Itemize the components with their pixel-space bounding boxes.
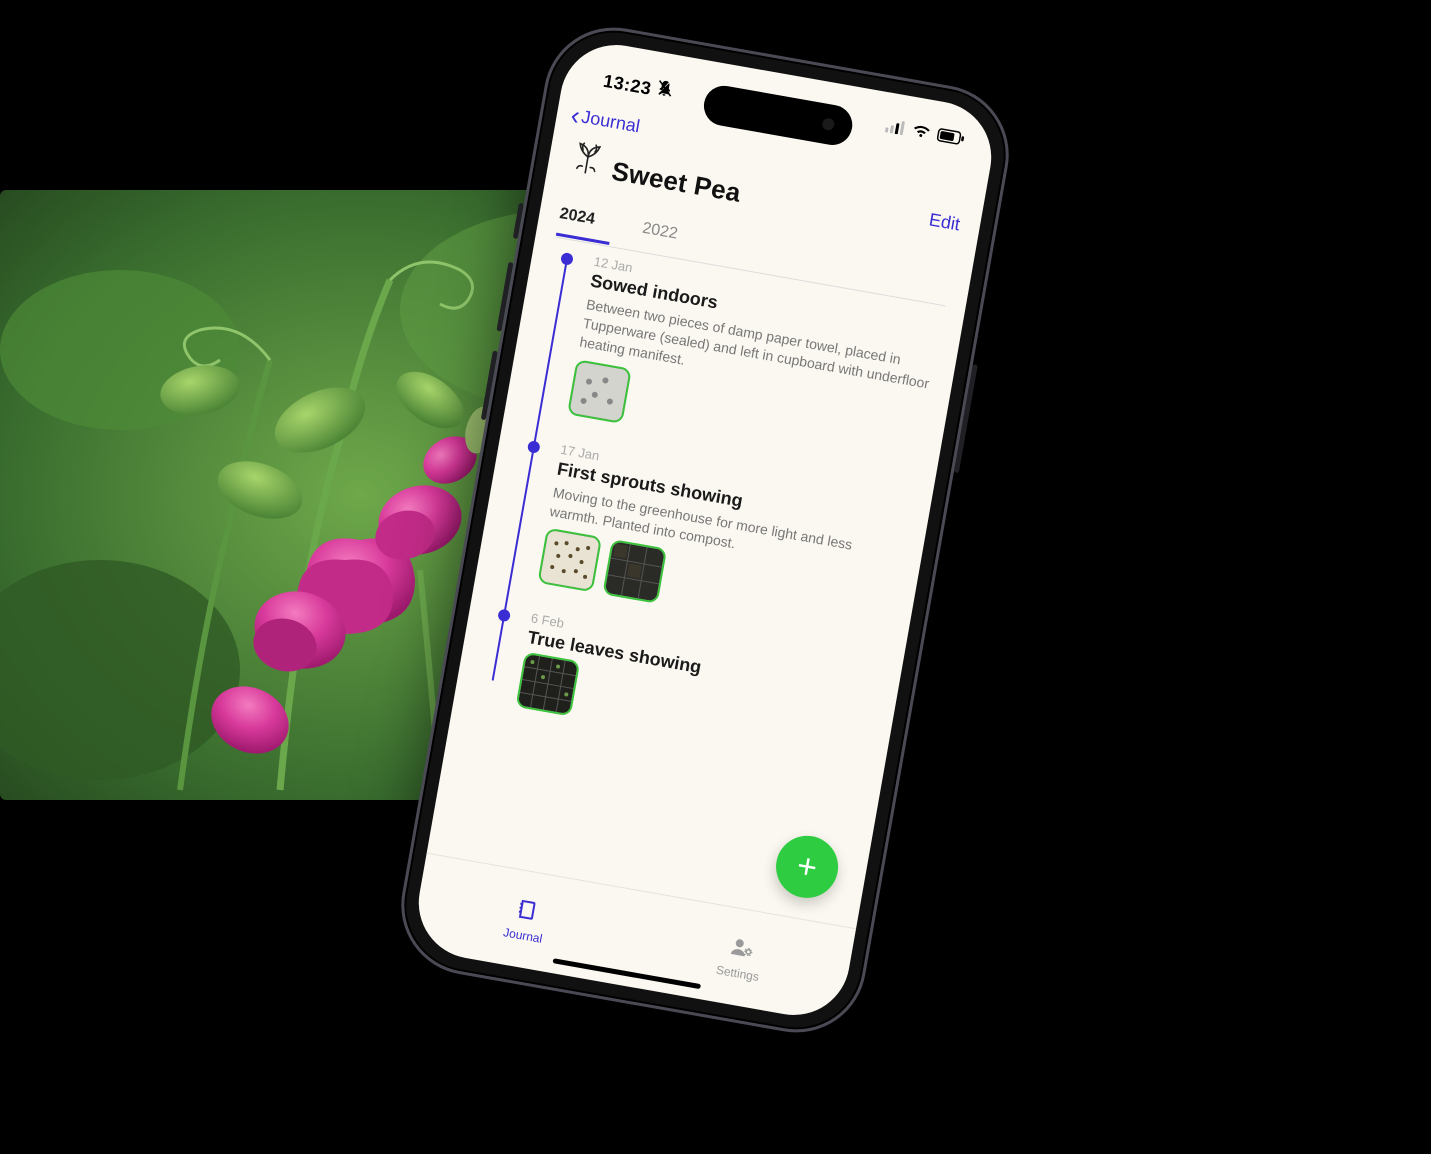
timeline-dot [527,440,541,454]
timeline-dot [560,252,574,266]
tabbar-settings[interactable]: Settings [625,891,856,1023]
tab-2022[interactable]: 2022 [639,212,698,257]
tabbar-journal[interactable]: Journal [410,854,641,986]
timeline: 12 Jan Sowed indoors Between two pieces … [450,246,943,902]
settings-icon [728,933,756,964]
tabbar-label: Journal [502,925,543,946]
cellular-icon [884,118,907,140]
entry-thumbnail[interactable] [537,528,602,593]
entry-thumbnail[interactable] [567,359,632,424]
phone-screen: 13:23 ‹ [410,36,1000,1024]
battery-icon [935,127,966,151]
tab-2024[interactable]: 2024 [556,197,616,245]
tabbar-label: Settings [715,962,760,983]
status-time: 13:23 [602,69,675,104]
plant-icon [567,138,609,180]
timeline-dot [497,609,511,623]
plus-icon: + [794,846,820,888]
page-title: Sweet Pea [609,156,743,209]
phone-mockup: 13:23 ‹ [390,16,1020,1043]
timeline-entry[interactable]: 17 Jan First sprouts showing Moving to t… [496,434,911,644]
journal-icon [513,896,541,927]
entry-thumbnail[interactable] [602,539,667,604]
edit-button[interactable]: Edit [927,209,961,235]
wifi-icon [910,123,933,145]
mute-icon [653,78,675,104]
entry-thumbnail[interactable] [515,652,580,717]
